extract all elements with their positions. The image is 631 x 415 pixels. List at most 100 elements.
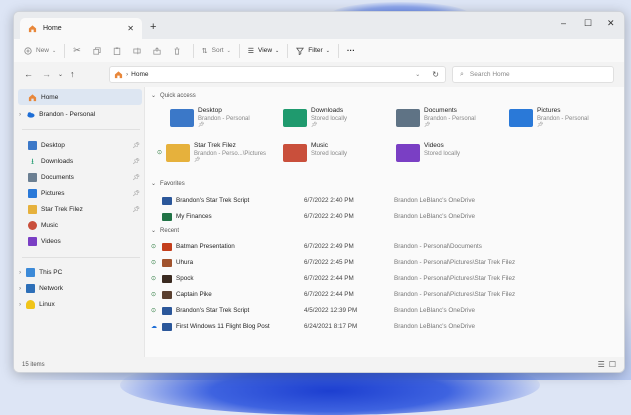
sidebar-item-star-trek-filez[interactable]: Star Trek Filez 📌︎: [18, 201, 142, 217]
more-options-button[interactable]: ···: [347, 46, 355, 55]
sidebar-item-linux[interactable]: › Linux: [18, 296, 142, 312]
folder-icon: [166, 144, 190, 162]
file-name: Brandon's Star Trek Script: [176, 197, 250, 204]
sidebar-item-videos[interactable]: Videos: [18, 233, 142, 249]
documents-icon: [396, 109, 420, 127]
sort-button[interactable]: ⇅ Sort ⌄: [202, 47, 231, 55]
view-label: View: [258, 47, 273, 54]
sidebar-item-label: Pictures: [41, 189, 65, 197]
quick-access-tile-downloads[interactable]: Downloads Stored locally 📌︎: [283, 107, 396, 135]
table-row[interactable]: ⊙ Uhura 6/7/2022 2:45 PM Brandon - Perso…: [151, 255, 621, 270]
cut-icon[interactable]: ✂: [73, 45, 81, 56]
synced-check-icon: ⊙: [151, 260, 157, 266]
pin-icon: 📌︎: [198, 122, 205, 128]
sidebar-item-label: Linux: [39, 300, 55, 308]
up-arrow-icon[interactable]: ↑: [70, 69, 75, 79]
table-row[interactable]: ⊙ Spock 6/7/2022 2:44 PM Brandon - Perso…: [151, 271, 621, 286]
quick-access-tile-star-trek-filez[interactable]: ⊙ Star Trek Filez Brandon - Perso...\Pic…: [157, 142, 270, 170]
sidebar-item-downloads[interactable]: ⭳ Downloads 📌︎: [18, 153, 142, 169]
rename-icon[interactable]: [133, 47, 141, 55]
paste-icon[interactable]: [113, 46, 121, 55]
quick-access-tile-pictures[interactable]: Pictures Brandon - Personal 📌︎: [509, 107, 622, 135]
back-arrow-icon[interactable]: ←: [24, 69, 33, 79]
word-doc-icon: [162, 306, 172, 315]
pin-icon: 📌︎: [537, 122, 544, 128]
sidebar-item-label: Desktop: [41, 141, 65, 149]
sidebar-item-pictures[interactable]: Pictures 📌︎: [18, 185, 142, 201]
recent-header[interactable]: ⌄ Recent: [151, 227, 179, 235]
sidebar-item-brandon-personal[interactable]: › Brandon - Personal: [18, 106, 142, 122]
forward-arrow-icon[interactable]: →: [42, 69, 51, 79]
sidebar-item-desktop[interactable]: Desktop 📌︎: [18, 137, 142, 153]
sidebar-item-network[interactable]: › Network: [18, 280, 142, 296]
chevron-down-icon: ⌄: [226, 47, 231, 54]
music-icon: [28, 220, 37, 230]
table-row[interactable]: ⊙ Captain Pike 6/7/2022 2:44 PM Brandon …: [151, 287, 621, 302]
table-row[interactable]: Brandon's Star Trek Script 6/7/2022 2:40…: [151, 193, 621, 208]
expand-chevron-icon[interactable]: ›: [19, 285, 21, 292]
sidebar-item-music[interactable]: Music: [18, 217, 142, 233]
table-row[interactable]: ⊙ Batman Presentation 6/7/2022 2:49 PM B…: [151, 239, 621, 254]
file-location: Brandon - Personal\Pictures\Star Trek Fi…: [394, 291, 516, 298]
minimize-button[interactable]: –: [561, 18, 566, 28]
expand-chevron-icon[interactable]: ›: [19, 111, 21, 118]
sidebar-item-label: Music: [41, 221, 58, 229]
address-dropdown-icon[interactable]: ⌄: [415, 71, 420, 78]
copy-icon[interactable]: [93, 46, 101, 55]
expand-chevron-icon[interactable]: ›: [19, 269, 21, 276]
cloud-status-icon: ☁: [151, 324, 157, 330]
navigation-pane: Home › Brandon - Personal Desktop 📌︎ ⭳ D…: [14, 87, 144, 357]
refresh-icon[interactable]: ↻: [432, 70, 439, 79]
sidebar-item-this-pc[interactable]: › This PC: [18, 264, 142, 280]
home-icon: [28, 93, 37, 101]
expand-chevron-icon[interactable]: ›: [19, 301, 21, 308]
new-button[interactable]: New ⌄: [24, 46, 56, 55]
table-row[interactable]: ⊙ Brandon's Star Trek Script 4/5/2022 12…: [151, 303, 621, 318]
filter-label: Filter: [308, 47, 323, 54]
new-tab-button[interactable]: +: [150, 21, 156, 33]
title-bar: Home ✕ + – ☐ ✕: [14, 12, 624, 39]
maximize-button[interactable]: ☐: [584, 18, 592, 29]
favorites-header[interactable]: ⌄ Favorites: [151, 180, 185, 188]
plus-circle-icon: [24, 46, 32, 55]
file-name: Batman Presentation: [176, 243, 235, 250]
tab-home[interactable]: Home ✕: [20, 18, 142, 39]
desktop-icon: [28, 140, 37, 150]
file-date: 6/7/2022 2:49 PM: [304, 243, 354, 250]
file-name: Brandon's Star Trek Script: [176, 307, 250, 314]
search-input[interactable]: ⌕ Search Home: [452, 66, 614, 83]
delete-icon[interactable]: [173, 46, 181, 55]
file-name: My Finances: [176, 213, 212, 220]
image-thumbnail-icon: [162, 290, 172, 299]
close-button[interactable]: ✕: [607, 18, 615, 29]
tab-close-button[interactable]: ✕: [127, 24, 134, 33]
sidebar-item-label: Documents: [41, 173, 74, 181]
quick-access-tile-music[interactable]: Music Stored locally: [283, 142, 396, 170]
divider: [22, 129, 140, 130]
file-location: Brandon LeBlanc's OneDrive: [394, 197, 476, 204]
view-button[interactable]: ☰ View ⌄: [248, 47, 279, 55]
sidebar-item-documents[interactable]: Documents 📌︎: [18, 169, 142, 185]
status-bar: 15 items ☰ ☐: [14, 357, 624, 372]
section-title: Quick access: [160, 92, 196, 99]
table-row[interactable]: My Finances 6/7/2022 2:40 PM Brandon LeB…: [151, 209, 621, 224]
divider: [238, 43, 240, 58]
address-bar[interactable]: › Home ⌄ ↻: [109, 66, 446, 83]
videos-icon: [396, 144, 420, 162]
share-icon[interactable]: [153, 46, 161, 55]
details-view-icon[interactable]: ☰: [598, 360, 605, 369]
divider: [64, 43, 66, 58]
quick-access-tile-desktop[interactable]: Desktop Brandon - Personal 📌︎: [170, 107, 283, 135]
pin-icon: 📌︎: [132, 190, 140, 197]
filter-button[interactable]: Filter ⌄: [296, 47, 330, 55]
quick-access-tile-videos[interactable]: Videos Stored locally: [396, 142, 509, 170]
file-date: 6/7/2022 2:40 PM: [304, 213, 354, 220]
quick-access-tile-documents[interactable]: Documents Brandon - Personal 📌︎: [396, 107, 509, 135]
pin-icon: 📌︎: [424, 122, 431, 128]
quick-access-header[interactable]: ⌄ Quick access: [151, 92, 196, 100]
tile-location: Stored locally: [424, 151, 461, 157]
table-row[interactable]: ☁ First Windows 11 Flight Blog Post 6/24…: [151, 319, 621, 334]
sidebar-item-home[interactable]: Home: [18, 89, 142, 105]
recent-chevron-icon[interactable]: ⌄: [58, 71, 63, 78]
tiles-view-icon[interactable]: ☐: [609, 360, 616, 369]
